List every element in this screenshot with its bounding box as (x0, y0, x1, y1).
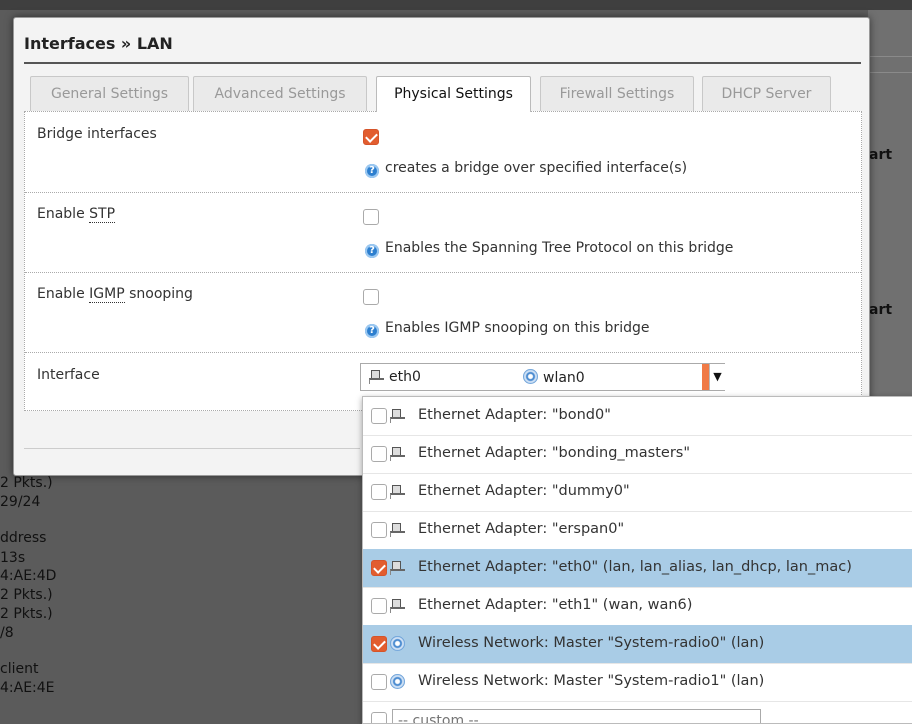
stp-abbreviation: STP (89, 206, 116, 223)
background-text: ddress (0, 530, 47, 546)
dropdown-option-system-radio0[interactable]: Wireless Network: Master "System-radio0"… (363, 625, 912, 664)
option-label: Wireless Network: Master "System-radio0"… (418, 635, 765, 651)
help-icon: ? (365, 164, 379, 178)
enable-igmp-snooping-label: Enable IGMP snooping (37, 286, 193, 303)
enable-stp-checkbox[interactable] (363, 209, 379, 225)
option-checkbox[interactable] (371, 712, 387, 723)
select-accent-bar (702, 364, 709, 390)
ethernet-icon (390, 522, 405, 537)
dropdown-caret-icon[interactable]: ▼ (709, 364, 725, 390)
background-text: 13s (0, 550, 26, 566)
ethernet-icon (390, 484, 405, 499)
background-text: /8 (0, 625, 14, 641)
wireless-icon (390, 636, 405, 651)
bridge-interfaces-checkbox[interactable] (363, 129, 379, 145)
option-label: Ethernet Adapter: "bonding_masters" (418, 445, 691, 461)
option-label: Ethernet Adapter: "erspan0" (418, 521, 625, 537)
bridge-interfaces-help: ? creates a bridge over specified interfa… (365, 160, 687, 178)
enable-igmp-snooping-help-text: Enables IGMP snooping on this bridge (385, 320, 650, 336)
background-column-header: art (869, 147, 893, 163)
enable-igmp-snooping-row: Enable IGMP snooping ? Enables IGMP snoop… (25, 272, 861, 353)
tab-dhcp-server[interactable]: DHCP Server (702, 76, 831, 111)
option-checkbox[interactable] (371, 408, 387, 424)
selected-interface-eth0: eth0 (369, 369, 421, 385)
ethernet-icon (390, 408, 405, 423)
igmp-abbreviation: IGMP (89, 286, 125, 303)
background-text: 2 Pkts.) (0, 606, 53, 622)
selected-interface-wlan0: wlan0 (523, 369, 585, 386)
background-text: 2 Pkts.) (0, 587, 53, 603)
ethernet-icon (390, 598, 405, 613)
interface-select[interactable]: eth0 wlan0 ▼ (360, 363, 725, 391)
option-label: Ethernet Adapter: "dummy0" (418, 483, 630, 499)
background-top-strip (0, 0, 912, 10)
dropdown-option-system-radio1[interactable]: Wireless Network: Master "System-radio1"… (363, 663, 912, 702)
background-column-header: art (869, 302, 893, 318)
tab-advanced-settings[interactable]: Advanced Settings (193, 76, 367, 111)
selected-interface-wlan0-label: wlan0 (543, 370, 585, 386)
option-checkbox[interactable] (371, 598, 387, 614)
dropdown-option-bonding-masters[interactable]: Ethernet Adapter: "bonding_masters" (363, 435, 912, 474)
ethernet-icon (369, 369, 384, 384)
background-text: 4:AE:4E (0, 680, 55, 696)
background-text: 29/24 (0, 494, 41, 510)
wireless-icon (523, 369, 538, 384)
background-text: 2 Pkts.) (0, 475, 53, 491)
background-divider (868, 56, 912, 57)
help-icon: ? (365, 244, 379, 258)
help-icon: ? (365, 324, 379, 338)
bridge-interfaces-help-text: creates a bridge over specified interfac… (385, 160, 688, 176)
enable-stp-label: Enable STP (37, 206, 116, 223)
background-text: 4:AE:4D (0, 568, 57, 584)
bridge-interfaces-row: Bridge interfaces ? creates a bridge over… (25, 112, 861, 193)
option-label: Ethernet Adapter: "eth0" (lan, lan_alias… (418, 559, 852, 575)
option-checkbox[interactable] (371, 560, 387, 576)
dropdown-option-bond0[interactable]: Ethernet Adapter: "bond0" (363, 397, 912, 436)
modal-title: Interfaces » LAN (24, 34, 861, 64)
tab-physical-settings[interactable]: Physical Settings (376, 76, 531, 112)
option-checkbox[interactable] (371, 484, 387, 500)
interface-dropdown-list: Ethernet Adapter: "bond0" Ethernet Adapt… (362, 396, 912, 724)
enable-igmp-snooping-help: ? Enables IGMP snooping on this bridge (365, 320, 649, 338)
option-label: Ethernet Adapter: "bond0" (418, 407, 611, 423)
dropdown-option-custom (363, 701, 912, 723)
tab-firewall-settings[interactable]: Firewall Settings (540, 76, 694, 111)
enable-stp-help-text: Enables the Spanning Tree Protocol on th… (385, 240, 734, 256)
option-label: Ethernet Adapter: "eth1" (wan, wan6) (418, 597, 693, 613)
dropdown-option-eth0[interactable]: Ethernet Adapter: "eth0" (lan, lan_alias… (363, 549, 912, 588)
option-label: Wireless Network: Master "System-radio1"… (418, 673, 765, 689)
enable-stp-row: Enable STP ? Enables the Spanning Tree Pr… (25, 192, 861, 273)
ethernet-icon (390, 446, 405, 461)
enable-igmp-label-prefix: Enable (37, 286, 90, 302)
background-text: client (0, 661, 39, 677)
option-checkbox[interactable] (371, 636, 387, 652)
dropdown-option-erspan0[interactable]: Ethernet Adapter: "erspan0" (363, 511, 912, 550)
interface-label: Interface (37, 367, 100, 383)
enable-igmp-label-suffix: snooping (124, 286, 193, 302)
option-checkbox[interactable] (371, 522, 387, 538)
wireless-icon (390, 674, 405, 689)
dropdown-option-eth1[interactable]: Ethernet Adapter: "eth1" (wan, wan6) (363, 587, 912, 626)
enable-igmp-snooping-checkbox[interactable] (363, 289, 379, 305)
ethernet-icon (390, 560, 405, 575)
background-divider (868, 72, 912, 73)
option-checkbox[interactable] (371, 674, 387, 690)
bridge-interfaces-label: Bridge interfaces (37, 126, 157, 142)
tab-general-settings[interactable]: General Settings (30, 76, 189, 111)
modal-footer-divider (24, 448, 360, 449)
enable-stp-help: ? Enables the Spanning Tree Protocol on t… (365, 240, 733, 258)
selected-interface-eth0-label: eth0 (389, 369, 421, 385)
enable-stp-label-prefix: Enable (37, 206, 90, 222)
option-checkbox[interactable] (371, 446, 387, 462)
dropdown-option-dummy0[interactable]: Ethernet Adapter: "dummy0" (363, 473, 912, 512)
